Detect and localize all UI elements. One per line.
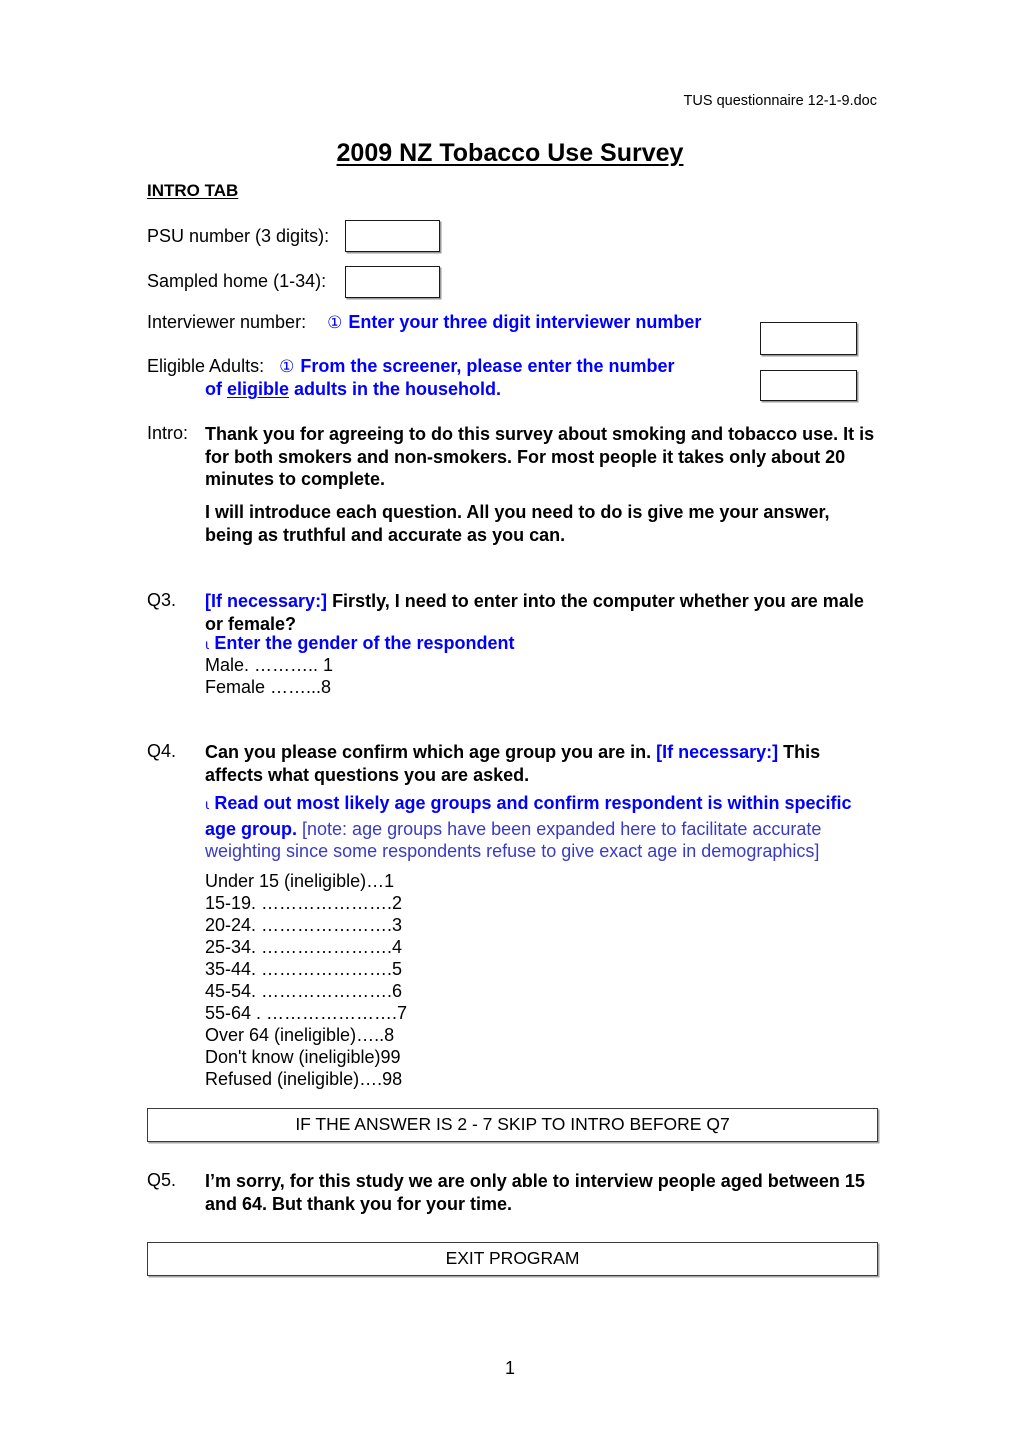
intro-paragraph-2: I will introduce each question. All you …: [205, 502, 830, 545]
q5-label: Q5.: [147, 1170, 177, 1190]
q4-option-4: 35-44. ………………….5: [205, 959, 403, 979]
sampled-home-label: Sampled home (1-34):: [147, 271, 327, 291]
q4-instruction-note: [note: age groups have been expanded her…: [205, 818, 822, 862]
q4-prompt: Can you please confirm which age group y…: [205, 741, 880, 786]
sampled-home-input[interactable]: [345, 266, 440, 298]
q3-prompt: [If necessary:] Firstly, I need to enter…: [205, 590, 880, 635]
exit-program-box: EXIT PROGRAM: [147, 1242, 878, 1276]
page-title: 2009 NZ Tobacco Use Survey: [0, 139, 1020, 168]
section-label: INTRO TAB: [147, 181, 238, 201]
eligible-adults-instruction-line2-a: of: [205, 379, 227, 399]
intro-paragraph-1: Thank you for agreeing to do this survey…: [205, 424, 875, 489]
interviewer-number-row: Interviewer number: ① Enter your three d…: [147, 312, 701, 333]
q4-label: Q4.: [147, 741, 177, 761]
q3-instruction-text: Enter the gender of the respondent: [214, 633, 515, 653]
section-label-text: INTRO TAB: [147, 181, 239, 200]
document-header-filename: TUS questionnaire 12-1-9.doc: [683, 93, 877, 109]
eligible-adults-label: Eligible Adults:: [147, 356, 265, 376]
eligible-adults-input[interactable]: [760, 370, 857, 401]
q4-option-3: 25-34. ………………….4: [205, 937, 403, 957]
skip-instruction-box: IF THE ANSWER IS 2 - 7 SKIP TO INTRO BEF…: [147, 1108, 878, 1142]
psu-number-input[interactable]: [345, 220, 440, 252]
q4-option-8: Don't know (ineligible)99: [205, 1047, 401, 1067]
q4-prompt-part1: Can you please confirm which age group y…: [205, 742, 657, 762]
pointing-hand-icon-2: ①: [279, 357, 296, 377]
q4-option-1: 15-19. ………………….2: [205, 893, 403, 913]
interviewer-number-instruction: Enter your three digit interviewer numbe…: [348, 312, 702, 332]
page-title-text: 2009 NZ Tobacco Use Survey: [336, 139, 684, 167]
interviewer-number-input[interactable]: [760, 322, 857, 355]
small-marker-icon: ι: [205, 638, 210, 653]
q4-option-7: Over 64 (ineligible)…..8: [205, 1025, 395, 1045]
document-page: TUS questionnaire 12-1-9.doc 2009 NZ Tob…: [0, 0, 1020, 1443]
q4-option-9: Refused (ineligible)….98: [205, 1069, 403, 1089]
eligible-adults-row: Eligible Adults: ① From the screener, pl…: [147, 356, 675, 377]
q4-if-necessary-tag: [If necessary:]: [656, 742, 779, 762]
eligible-adults-instruction-line2-b: adults in the household.: [289, 379, 502, 399]
q4-interviewer-instruction: ι Read out most likely age groups and co…: [205, 792, 877, 863]
intro-label: Intro:: [147, 423, 189, 443]
q4-option-2: 20-24. ………………….3: [205, 915, 403, 935]
q3-label: Q3.: [147, 590, 177, 610]
eligible-adults-instruction-line2: of eligible adults in the household.: [205, 379, 501, 400]
q3-option-male: Male. ……….. 1: [205, 655, 334, 675]
psu-number-label: PSU number (3 digits):: [147, 226, 330, 246]
eligible-adults-emphasis: eligible: [227, 379, 290, 399]
q4-option-6: 55-64 . ………………….7: [205, 1003, 408, 1023]
q3-if-necessary-tag: [If necessary:]: [205, 591, 328, 611]
q4-option-0: Under 15 (ineligible)…1: [205, 871, 395, 891]
page-number: 1: [504, 1358, 515, 1378]
q4-option-5: 45-54. ………………….6: [205, 981, 403, 1001]
pointing-hand-icon: ①: [327, 313, 344, 333]
q5-prompt: I’m sorry, for this study we are only ab…: [205, 1171, 865, 1214]
interviewer-number-label: Interviewer number:: [147, 312, 307, 332]
eligible-adults-instruction-line1: From the screener, please enter the numb…: [300, 356, 675, 376]
q3-option-female: Female ……...8: [205, 677, 332, 697]
small-marker-icon-2: ι: [205, 798, 210, 813]
